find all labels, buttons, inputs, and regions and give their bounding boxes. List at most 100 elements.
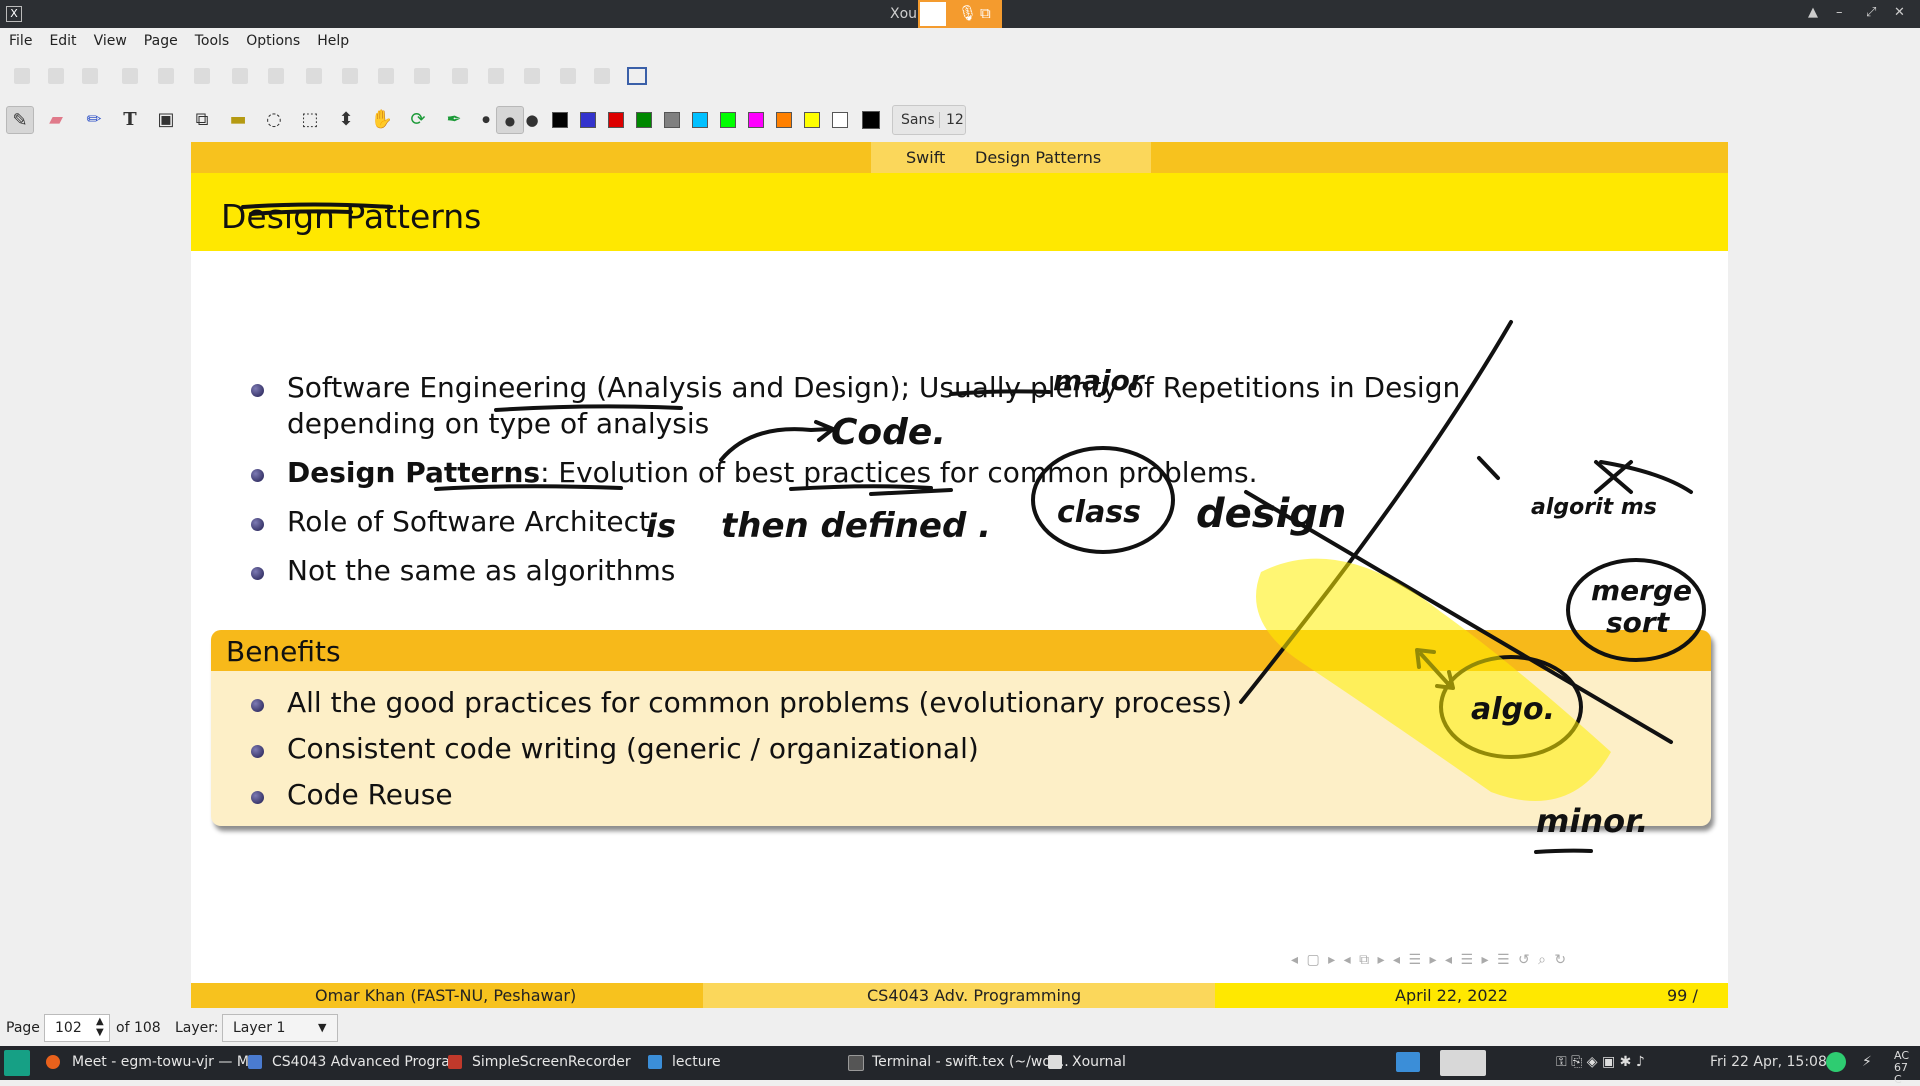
open-icon[interactable]	[48, 68, 64, 84]
eraser-tool-icon[interactable]: ▰	[42, 106, 70, 134]
layer-label: Layer:	[175, 1020, 219, 1036]
minimize-icon[interactable]: –	[1836, 5, 1843, 20]
first-page-icon[interactable]	[306, 68, 322, 84]
thick-thickness-icon[interactable]: ●	[518, 106, 546, 134]
list-item: All the good practices for common proble…	[251, 680, 1232, 726]
paste-icon[interactable]	[194, 68, 210, 84]
microphone-icon[interactable]: 🎙	[958, 4, 977, 22]
bullet-text: practices for	[794, 456, 988, 489]
pen-tool-icon[interactable]: ✎	[6, 106, 34, 134]
new-doc-icon[interactable]	[14, 68, 30, 84]
firefox-icon	[46, 1055, 60, 1069]
color-gray-swatch[interactable]	[664, 112, 680, 128]
color-blue-swatch[interactable]	[580, 112, 596, 128]
page-count-label: of 108	[116, 1020, 161, 1036]
page-label: Page	[6, 1020, 40, 1036]
menu-tools[interactable]: Tools	[186, 28, 238, 49]
zoom-normal-icon[interactable]	[488, 68, 504, 84]
maximize-icon[interactable]: ⤢	[1866, 5, 1876, 20]
menu-view[interactable]: View	[85, 28, 135, 49]
page-spin-icon[interactable]: ▲ ▼	[96, 1016, 104, 1038]
slide-header-band: Swift Design Patterns	[191, 142, 1728, 173]
share-screen-icon[interactable]: ⧉	[980, 4, 991, 22]
list-item: Not the same as algorithms	[251, 553, 1607, 589]
benefits-block: Benefits All the good practices for comm…	[211, 630, 1711, 826]
chevron-down-icon[interactable]: ▼	[318, 1021, 326, 1034]
task-terminal[interactable]: Terminal - swift.tex (~/wor...	[872, 1054, 1069, 1070]
color-green-swatch[interactable]	[636, 112, 652, 128]
color-magenta-swatch[interactable]	[748, 112, 764, 128]
zoom-in-icon[interactable]	[560, 68, 576, 84]
color-lightblue-swatch[interactable]	[692, 112, 708, 128]
shape-recognizer-icon[interactable]: ⧉	[188, 106, 216, 134]
desktop-2-icon[interactable]	[1440, 1050, 1486, 1076]
highlighter-tool-icon[interactable]: ✏	[80, 106, 108, 134]
task-xournal[interactable]: Xournal	[1072, 1054, 1126, 1070]
color-yellow-swatch[interactable]	[804, 112, 820, 128]
font-size-label: 12	[939, 112, 964, 128]
bullet-dot-icon	[251, 469, 264, 482]
font-selector-button[interactable]: Sans 12	[892, 105, 966, 135]
hand-tool-icon[interactable]: ✋	[368, 106, 396, 134]
color-white-swatch[interactable]	[832, 112, 848, 128]
find-icon[interactable]	[594, 68, 610, 84]
color-red-swatch[interactable]	[608, 112, 624, 128]
bullet-text: Role of Software Architect	[287, 505, 651, 538]
ruler-icon[interactable]: ▬	[224, 106, 252, 134]
save-icon[interactable]	[82, 68, 98, 84]
bullet-dot-icon	[251, 699, 264, 712]
slide-page[interactable]: Swift Design Patterns Design Patterns So…	[191, 142, 1728, 1008]
beamer-navigation-symbols[interactable]: ◂ ▢ ▸ ◂ ⧉ ▸ ◂ ☰ ▸ ◂ ☰ ▸ ☰ ↺ ⌕ ↻	[1291, 952, 1568, 968]
menu-help[interactable]: Help	[308, 28, 357, 49]
fullscreen-icon[interactable]	[627, 67, 647, 85]
rect-select-icon[interactable]: ⬚	[296, 106, 324, 134]
header-subsection[interactable]: Design Patterns	[975, 148, 1101, 167]
color-black-swatch[interactable]	[552, 112, 568, 128]
zoom-out-icon[interactable]	[452, 68, 468, 84]
update-icon[interactable]	[1826, 1052, 1846, 1072]
menu-edit[interactable]: Edit	[40, 28, 84, 49]
desktop-1-icon[interactable]	[1396, 1052, 1420, 1072]
tray-icons[interactable]: ⚿ ⎘ ◈ ▣ ✱ ♪	[1556, 1054, 1645, 1070]
color-orange-swatch[interactable]	[776, 112, 792, 128]
redo-icon[interactable]	[268, 68, 284, 84]
slide-footer: Omar Khan (FAST-NU, Peshawar) CS4043 Adv…	[191, 983, 1728, 1008]
footer-author: Omar Khan (FAST-NU, Peshawar)	[315, 986, 577, 1005]
footer-course-cell: CS4043 Adv. Programming	[703, 983, 1215, 1008]
menu-file[interactable]: File	[0, 28, 40, 49]
vertical-space-icon[interactable]: ⬍	[332, 106, 360, 134]
lasso-select-icon[interactable]: ◌	[260, 106, 288, 134]
image-tool-icon[interactable]: ▣	[152, 106, 180, 134]
header-section[interactable]: Swift	[906, 148, 945, 167]
close-icon[interactable]: ✕	[1894, 5, 1905, 20]
undo-icon[interactable]	[232, 68, 248, 84]
text-tool-icon[interactable]: T	[116, 106, 144, 134]
bullet-bold-term: Design Patterns	[287, 456, 541, 489]
color-lightgreen-swatch[interactable]	[720, 112, 736, 128]
last-page-icon[interactable]	[414, 68, 430, 84]
pen-default-icon[interactable]: ✒	[440, 106, 468, 134]
task-lecture[interactable]: lecture	[672, 1054, 721, 1070]
cut-icon[interactable]	[122, 68, 138, 84]
slide-title: Design Patterns	[221, 197, 482, 236]
list-item: Design Patterns: Evolution of best pract…	[251, 455, 1607, 491]
task-meet[interactable]: Meet - egm-towu-vjr — M...	[72, 1054, 262, 1070]
prev-page-icon[interactable]	[342, 68, 358, 84]
manjaro-menu-icon[interactable]	[4, 1050, 30, 1076]
task-cs4043[interactable]: CS4043 Advanced Progra...	[272, 1054, 463, 1070]
next-page-icon[interactable]	[378, 68, 394, 84]
recorder-icon	[448, 1055, 462, 1069]
menu-page[interactable]: Page	[135, 28, 186, 49]
menu-options[interactable]: Options	[237, 28, 308, 49]
bullet-text-emph: Analysis and Design	[607, 371, 890, 404]
screen-recorder-indicator[interactable]: 🎙 ⧉	[918, 0, 1002, 28]
bullet-dot-icon	[251, 567, 264, 580]
keep-above-icon[interactable]: ▲	[1808, 5, 1818, 20]
task-recorder[interactable]: SimpleScreenRecorder	[472, 1054, 631, 1070]
zoom-fit-icon[interactable]	[524, 68, 540, 84]
clock[interactable]: Fri 22 Apr, 15:08	[1710, 1054, 1827, 1070]
copy-icon[interactable]	[158, 68, 174, 84]
current-color-swatch[interactable]	[862, 111, 880, 129]
default-tool-icon[interactable]: ⟳	[404, 106, 432, 134]
power-icon[interactable]: ⚡	[1862, 1054, 1872, 1070]
